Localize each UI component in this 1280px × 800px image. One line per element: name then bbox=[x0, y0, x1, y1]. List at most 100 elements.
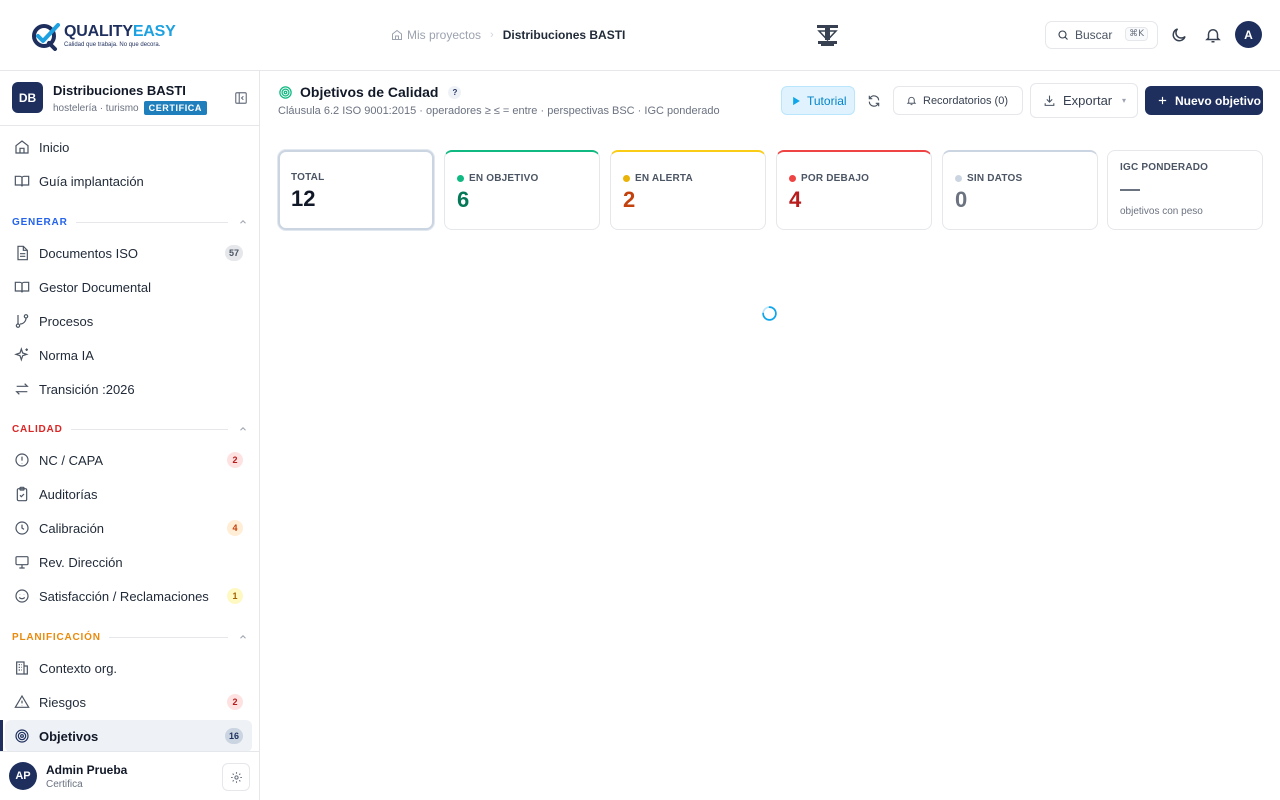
status-dot bbox=[789, 175, 796, 182]
stat-label: EN OBJETIVO bbox=[469, 173, 539, 184]
sidebar-item-auditorias[interactable]: Auditorías bbox=[5, 478, 252, 510]
stat-card-sin-datos[interactable]: SIN DATOS 0 bbox=[942, 150, 1098, 230]
sidebar-item-label: Gestor Documental bbox=[39, 279, 151, 295]
export-button[interactable]: Exportar ▾ bbox=[1030, 83, 1138, 118]
stat-value: 12 bbox=[291, 186, 316, 211]
stat-card-por-debajo[interactable]: POR DEBAJO 4 bbox=[776, 150, 932, 230]
sidebar-item-norma-ia[interactable]: Norma IA bbox=[5, 339, 252, 371]
user-avatar[interactable]: AP bbox=[9, 762, 37, 790]
sparkles-icon bbox=[14, 347, 29, 362]
search-button[interactable]: Buscar ⌘K bbox=[1045, 21, 1158, 49]
sidebar-item-rev-direccion[interactable]: Rev. Dirección bbox=[5, 546, 252, 578]
count-badge: 16 bbox=[224, 728, 243, 744]
sidebar-item-guia[interactable]: Guía implantación bbox=[5, 165, 252, 197]
project-emblem-icon bbox=[817, 25, 838, 46]
user-role: Certifica bbox=[46, 779, 83, 790]
arrows-icon bbox=[15, 383, 29, 395]
sidebar-item-label: Satisfacción / Reclamaciones bbox=[39, 588, 209, 604]
bell-icon bbox=[906, 96, 917, 106]
download-icon bbox=[1044, 95, 1055, 106]
play-icon bbox=[793, 96, 800, 105]
breadcrumb-item-projects: Mis proyectos bbox=[407, 28, 482, 42]
home-icon bbox=[392, 29, 402, 40]
sidebar-item-label: Transición :2026 bbox=[39, 381, 135, 397]
sidebar-item-label: Objetivos bbox=[39, 728, 99, 744]
book-open-icon bbox=[14, 175, 30, 187]
breadcrumb-separator: › bbox=[490, 29, 494, 41]
igc-note: objetivos con peso bbox=[1120, 206, 1203, 217]
breadcrumb-projects-link[interactable]: Mis proyectos bbox=[391, 28, 481, 42]
sidebar-item-label: Procesos bbox=[39, 313, 94, 329]
target-icon bbox=[15, 729, 29, 743]
reminders-label: Recordatorios (0) bbox=[923, 94, 1008, 107]
loading-spinner-icon bbox=[762, 306, 777, 321]
status-dot bbox=[623, 175, 630, 182]
brand-tagline: Calidad que trabaja. No que decora. bbox=[64, 42, 161, 48]
file-text-icon bbox=[17, 245, 28, 261]
clock-icon bbox=[15, 521, 29, 535]
chevron-up-icon bbox=[240, 635, 246, 639]
tutorial-button[interactable]: Tutorial bbox=[781, 86, 855, 115]
sidebar-item-satisfaccion[interactable]: Satisfacción / Reclamaciones 1 bbox=[5, 580, 252, 612]
top-bar: QUALITYEASY Calidad que trabaja. No que … bbox=[0, 0, 1280, 71]
refresh-button[interactable] bbox=[864, 86, 884, 115]
stat-value: 4 bbox=[789, 187, 802, 212]
sidebar-item-contexto[interactable]: Contexto org. bbox=[5, 652, 252, 684]
user-panel: AP Admin Prueba Certifica bbox=[0, 751, 259, 800]
stat-card-en-objetivo[interactable]: EN OBJETIVO 6 bbox=[444, 150, 600, 230]
target-icon bbox=[279, 85, 292, 99]
chevron-up-icon bbox=[240, 427, 246, 431]
sidebar-item-calibracion[interactable]: Calibración 4 bbox=[5, 512, 252, 544]
page-title-row: Objetivos de Calidad ? bbox=[278, 84, 462, 100]
sidebar-item-riesgos[interactable]: Riesgos 2 bbox=[5, 686, 252, 718]
reminders-button[interactable]: Recordatorios (0) bbox=[893, 86, 1023, 115]
settings-button[interactable] bbox=[222, 763, 250, 791]
sidebar-item-gestor-documental[interactable]: Gestor Documental bbox=[5, 271, 252, 303]
bell-icon[interactable] bbox=[1204, 26, 1222, 44]
sidebar-item-procesos[interactable]: Procesos bbox=[5, 305, 252, 337]
search-shortcut: ⌘K bbox=[1125, 27, 1148, 41]
refresh-icon bbox=[868, 94, 880, 107]
monitor-icon bbox=[15, 556, 29, 569]
brand-logo[interactable]: QUALITYEASY Calidad que trabaja. No que … bbox=[31, 20, 176, 52]
sidebar-item-label: Norma IA bbox=[39, 347, 94, 363]
empty-value-dash bbox=[1120, 189, 1140, 191]
sidebar-item-label: Guía implantación bbox=[39, 173, 144, 189]
stat-label: IGC PONDERADO bbox=[1120, 162, 1209, 173]
section-header-planificacion[interactable]: PLANIFICACIÓN bbox=[12, 630, 248, 644]
count-badge: 57 bbox=[224, 245, 243, 261]
section-title: CALIDAD bbox=[12, 423, 63, 435]
count-badge: 4 bbox=[227, 520, 243, 536]
stat-card-igc: IGC PONDERADO objetivos con peso bbox=[1107, 150, 1263, 230]
count-badge: 1 bbox=[227, 588, 243, 604]
section-header-generar[interactable]: GENERAR bbox=[12, 215, 248, 229]
sidebar-item-label: Rev. Dirección bbox=[39, 554, 123, 570]
collapse-sidebar-icon[interactable] bbox=[234, 91, 248, 105]
sidebar: DB Distribuciones BASTI hostelería · tur… bbox=[0, 71, 260, 800]
sidebar-item-objetivos[interactable]: Objetivos 16 bbox=[5, 720, 252, 752]
page-title: Objetivos de Calidad bbox=[300, 84, 439, 100]
sidebar-item-inicio[interactable]: Inicio bbox=[5, 131, 252, 163]
stat-card-en-alerta[interactable]: EN ALERTA 2 bbox=[610, 150, 766, 230]
building-icon bbox=[16, 661, 28, 675]
count-badge: 2 bbox=[227, 694, 243, 710]
moon-icon[interactable] bbox=[1170, 26, 1188, 44]
sidebar-item-label: Documentos ISO bbox=[39, 245, 138, 261]
stat-card-total[interactable]: TOTAL 12 bbox=[278, 150, 434, 230]
certification-badge: CERTIFICA bbox=[143, 101, 207, 115]
search-label: Buscar bbox=[1075, 28, 1113, 42]
user-avatar[interactable]: A bbox=[1235, 21, 1262, 48]
section-header-calidad[interactable]: CALIDAD bbox=[12, 422, 248, 436]
stat-value: 0 bbox=[955, 187, 968, 212]
project-avatar: DB bbox=[12, 82, 43, 113]
sidebar-item-nc-capa[interactable]: NC / CAPA 2 bbox=[5, 444, 252, 476]
project-name[interactable]: Distribuciones BASTI bbox=[53, 83, 186, 98]
status-dot bbox=[955, 175, 962, 182]
warning-triangle-icon bbox=[14, 694, 30, 708]
sidebar-item-transicion[interactable]: Transición :2026 bbox=[5, 373, 252, 405]
stat-value: 2 bbox=[623, 187, 636, 212]
clipboard-check-icon bbox=[16, 486, 28, 502]
sidebar-item-documentos-iso[interactable]: Documentos ISO 57 bbox=[5, 237, 252, 269]
new-objective-button[interactable]: Nuevo objetivo bbox=[1145, 86, 1263, 115]
help-button[interactable]: ? bbox=[448, 85, 462, 99]
